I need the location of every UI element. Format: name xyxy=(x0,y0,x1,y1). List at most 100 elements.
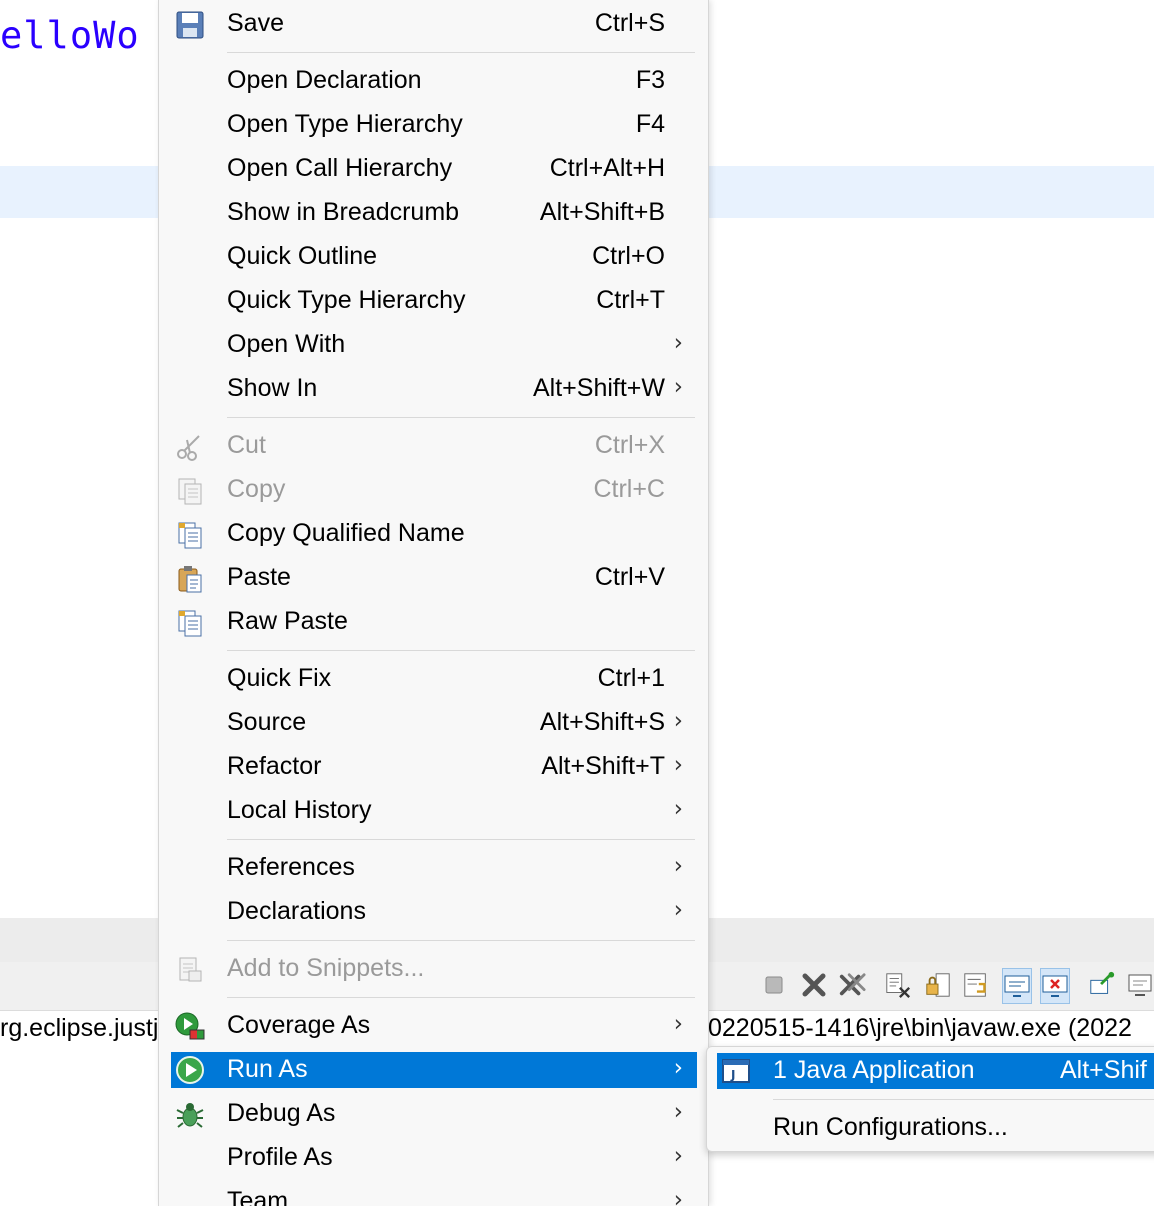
menu-item-label: Refactor xyxy=(227,752,322,780)
remove-launch-icon[interactable] xyxy=(800,968,828,1002)
editor-code-fragment: elloWo xyxy=(0,14,140,57)
menu-item-local-history[interactable]: Local History › xyxy=(171,790,697,834)
menu-item-raw-paste[interactable]: Raw Paste xyxy=(171,601,697,645)
run-as-submenu: J 1 Java Application Alt+Shif Run Config… xyxy=(706,1046,1154,1152)
display-console-icon[interactable] xyxy=(1126,968,1154,1002)
menu-item-shortcut: Ctrl+X xyxy=(594,431,665,459)
menu-item-show-in[interactable]: Show In Alt+Shift+W › xyxy=(171,368,697,412)
menu-separator xyxy=(227,997,695,998)
menu-item-quick-outline[interactable]: Quick Outline Ctrl+O xyxy=(171,236,697,280)
menu-item-shortcut: F3 xyxy=(635,66,665,94)
menu-item-label: Debug As xyxy=(227,1099,336,1127)
pin-console-icon[interactable] xyxy=(1088,968,1116,1002)
menu-item-shortcut: Alt+Shift+T xyxy=(541,752,665,780)
menu-item-source[interactable]: Source Alt+Shift+S › xyxy=(171,702,697,746)
menu-item-label: Show in Breadcrumb xyxy=(227,198,460,226)
menu-item-label: Open Call Hierarchy xyxy=(227,154,453,182)
menu-item-quick-type-hierarchy[interactable]: Quick Type Hierarchy Ctrl+T xyxy=(171,280,697,324)
menu-item-run-as[interactable]: Run As › xyxy=(171,1052,697,1088)
menu-item-copy[interactable]: Copy Ctrl+C xyxy=(171,469,697,513)
menu-item-shortcut: F4 xyxy=(635,110,665,138)
menu-item-coverage-as[interactable]: Coverage As › xyxy=(171,1005,697,1049)
menu-separator xyxy=(773,1099,1154,1100)
chevron-right-icon: › xyxy=(673,796,683,822)
chevron-right-icon: › xyxy=(673,1099,683,1125)
java-application-icon: J xyxy=(721,1057,751,1085)
menu-item-shortcut: Ctrl+Alt+H xyxy=(549,154,665,182)
submenu-item-run-configurations[interactable]: Run Configurations... xyxy=(717,1110,1154,1146)
svg-text:J: J xyxy=(730,1068,735,1082)
menu-item-label: Local History xyxy=(227,796,372,824)
submenu-item-label: Run Configurations... xyxy=(773,1113,1008,1141)
menu-item-shortcut: Ctrl+O xyxy=(592,242,665,270)
menu-item-open-declaration[interactable]: Open Declaration F3 xyxy=(171,60,697,104)
submenu-item-label: 1 Java Application xyxy=(773,1056,975,1084)
show-console-on-output-icon[interactable] xyxy=(1002,968,1032,1004)
chevron-right-icon: › xyxy=(673,1143,683,1169)
chevron-right-icon: › xyxy=(673,708,683,734)
menu-separator xyxy=(227,52,695,53)
menu-item-shortcut: Ctrl+C xyxy=(593,475,665,503)
menu-item-declarations[interactable]: Declarations › xyxy=(171,891,697,935)
menu-item-open-with[interactable]: Open With › xyxy=(171,324,697,368)
menu-item-label: Quick Type Hierarchy xyxy=(227,286,466,314)
menu-separator xyxy=(227,839,695,840)
submenu-item-java-application[interactable]: J 1 Java Application Alt+Shif xyxy=(717,1053,1154,1089)
console-process-path: 0220515-1416\jre\bin\javaw.exe (2022 xyxy=(708,1014,1132,1042)
menu-item-label: Save xyxy=(227,9,284,37)
save-icon xyxy=(173,9,207,41)
scroll-lock-icon[interactable] xyxy=(924,968,952,1002)
terminate-icon[interactable] xyxy=(760,968,788,1002)
menu-item-label: Paste xyxy=(227,563,291,591)
menu-item-copy-qualified-name[interactable]: Copy Qualified Name xyxy=(171,513,697,557)
menu-item-add-to-snippets[interactable]: Add to Snippets... xyxy=(171,948,697,992)
paste-icon xyxy=(173,563,207,595)
chevron-right-icon: › xyxy=(673,1011,683,1037)
show-console-on-error-icon[interactable] xyxy=(1040,968,1070,1004)
menu-item-debug-as[interactable]: Debug As › xyxy=(171,1093,697,1137)
menu-item-show-in-breadcrumb[interactable]: Show in Breadcrumb Alt+Shift+B xyxy=(171,192,697,236)
menu-item-team[interactable]: Team › xyxy=(171,1181,697,1206)
chevron-right-icon: › xyxy=(673,752,683,778)
menu-item-profile-as[interactable]: Profile As › xyxy=(171,1137,697,1181)
menu-item-label: Open Type Hierarchy xyxy=(227,110,463,138)
menu-item-label: Coverage As xyxy=(227,1011,371,1039)
menu-item-open-type-hierarchy[interactable]: Open Type Hierarchy F4 xyxy=(171,104,697,148)
remove-all-terminated-icon[interactable] xyxy=(838,968,866,1002)
menu-item-label: Open With xyxy=(227,330,346,358)
menu-item-quick-fix[interactable]: Quick Fix Ctrl+1 xyxy=(171,658,697,702)
menu-item-label: Show In xyxy=(227,374,318,402)
menu-item-refactor[interactable]: Refactor Alt+Shift+T › xyxy=(171,746,697,790)
menu-item-label: Team xyxy=(227,1187,289,1206)
menu-item-shortcut: Ctrl+1 xyxy=(597,664,665,692)
submenu-item-shortcut: Alt+Shif xyxy=(1060,1056,1147,1084)
chevron-right-icon: › xyxy=(673,374,683,400)
chevron-right-icon: › xyxy=(673,1187,683,1206)
menu-item-cut[interactable]: Cut Ctrl+X xyxy=(171,425,697,469)
coverage-icon xyxy=(173,1011,207,1043)
menu-item-label: Raw Paste xyxy=(227,607,348,635)
menu-item-label: Source xyxy=(227,708,307,736)
chevron-right-icon: › xyxy=(673,853,683,879)
chevron-right-icon: › xyxy=(673,330,683,356)
menu-item-paste[interactable]: Paste Ctrl+V xyxy=(171,557,697,601)
menu-item-label: Quick Fix xyxy=(227,664,332,692)
copy-qualified-name-icon xyxy=(173,519,207,551)
clear-console-icon[interactable] xyxy=(884,968,912,1002)
menu-item-label: Cut xyxy=(227,431,266,459)
word-wrap-icon[interactable] xyxy=(962,968,990,1002)
menu-item-shortcut: Alt+Shift+B xyxy=(539,198,665,226)
run-icon xyxy=(173,1054,207,1086)
copy-icon xyxy=(173,475,207,507)
debug-bug-icon xyxy=(173,1099,207,1131)
menu-item-label: Copy Qualified Name xyxy=(227,519,465,547)
menu-separator xyxy=(227,940,695,941)
context-menu: Save Ctrl+S Open Declaration F3 Open Typ… xyxy=(158,0,709,1206)
menu-item-shortcut: Alt+Shift+W xyxy=(533,374,665,402)
menu-item-label: Open Declaration xyxy=(227,66,422,94)
chevron-right-icon: › xyxy=(673,897,683,923)
menu-item-save[interactable]: Save Ctrl+S xyxy=(171,3,697,47)
menu-item-label: References xyxy=(227,853,355,881)
menu-item-references[interactable]: References › xyxy=(171,847,697,891)
menu-item-open-call-hierarchy[interactable]: Open Call Hierarchy Ctrl+Alt+H xyxy=(171,148,697,192)
